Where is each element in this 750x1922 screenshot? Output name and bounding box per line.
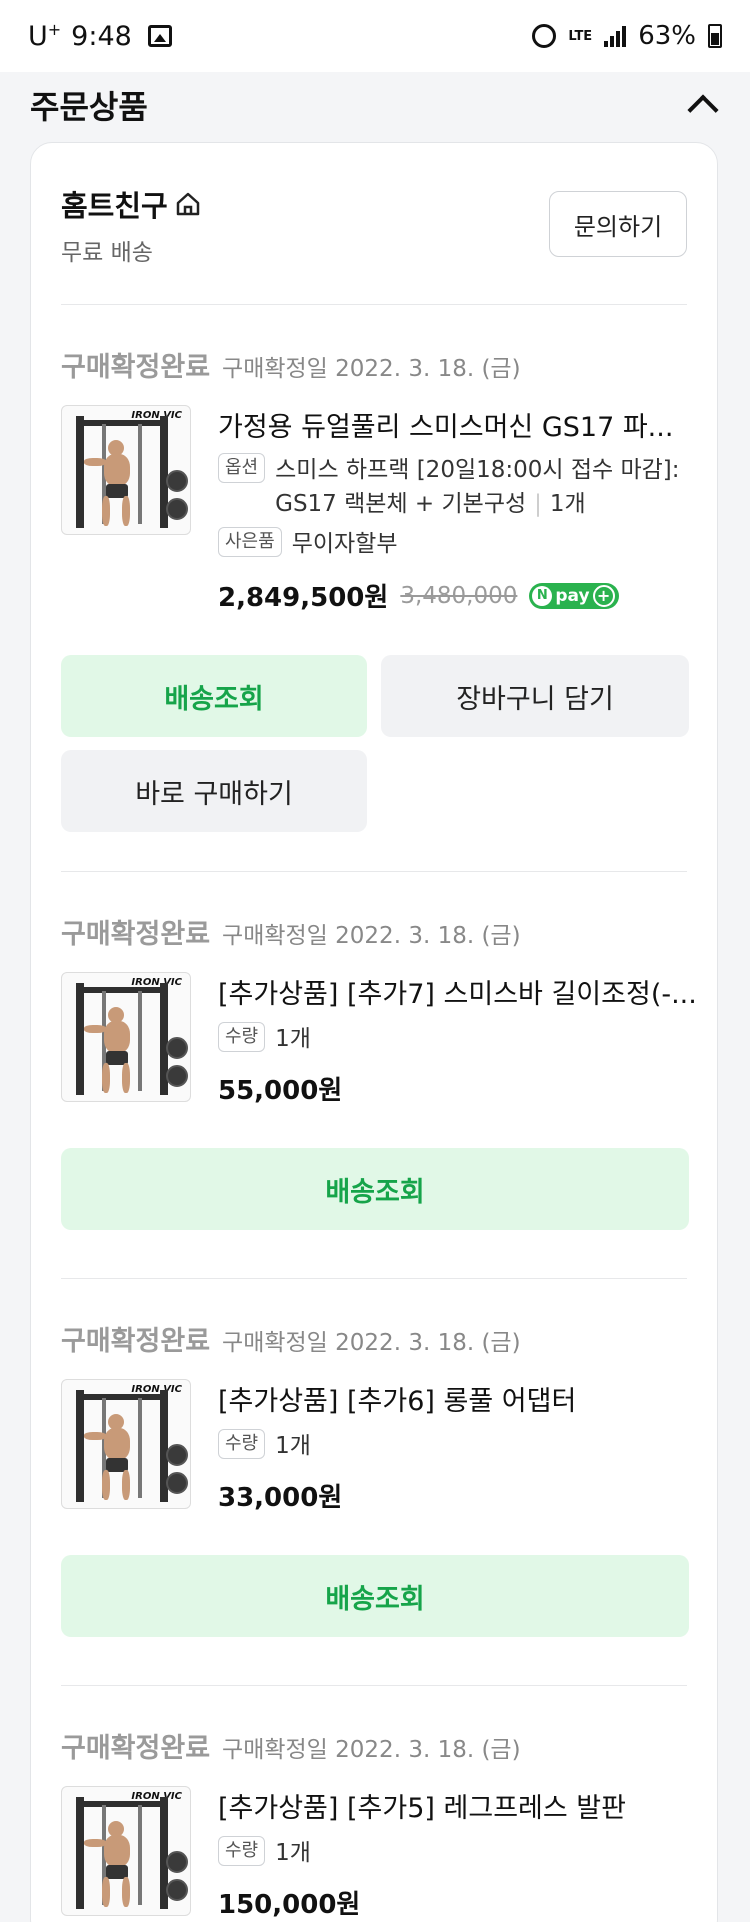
original-price: 3,480,000 bbox=[400, 582, 518, 609]
quantity-tag: 수량 bbox=[218, 1022, 266, 1052]
order-item: 구매확정완료 구매확정일 2022. 3. 18. (금) IRON VIC [… bbox=[61, 1686, 687, 1922]
carrier-label: U+ bbox=[28, 20, 62, 52]
order-card: 홈트친구 무료 배송 문의하기 구매확정완료 구매확정일 2022. 3. 18… bbox=[30, 142, 718, 1922]
quantity-row: 수량 1개 bbox=[218, 1836, 311, 1870]
status-line: 구매확정완료 구매확정일 2022. 3. 18. (금) bbox=[61, 1319, 521, 1358]
confirm-date: 구매확정일 2022. 3. 18. (금) bbox=[222, 923, 521, 949]
confirm-date: 구매확정일 2022. 3. 18. (금) bbox=[222, 1737, 521, 1763]
order-products-header[interactable]: 주문상품 bbox=[0, 72, 750, 138]
price: 150,000원 bbox=[218, 1890, 361, 1920]
track-delivery-button[interactable]: 배송조회 bbox=[61, 655, 367, 737]
quantity: 1개 bbox=[275, 1433, 311, 1459]
product-title[interactable]: [추가상품] [추가5] 레그프레스 발판 bbox=[218, 1786, 698, 1825]
price: 33,000원 bbox=[218, 1483, 343, 1513]
status-label: 구매확정완료 bbox=[61, 1326, 211, 1357]
price-row: 55,000원 bbox=[218, 1070, 342, 1107]
product-title[interactable]: [추가상품] [추가7] 스미스바 길이조정(-... bbox=[218, 972, 698, 1011]
status-line: 구매확정완료 구매확정일 2022. 3. 18. (금) bbox=[61, 345, 521, 384]
option-text: 스미스 하프랙 [20일18:00시 접수 마감]: GS17 랙본체 + 기본… bbox=[275, 457, 680, 517]
gift-text: 무이자할부 bbox=[291, 531, 398, 557]
track-delivery-button[interactable]: 배송조회 bbox=[61, 1148, 689, 1230]
npay-badge: N pay + bbox=[529, 582, 619, 609]
quantity-tag: 수량 bbox=[218, 1429, 266, 1459]
status-bar: U+ 9:48 LTE 63% bbox=[0, 0, 750, 72]
add-to-cart-button[interactable]: 장바구니 담기 bbox=[381, 655, 689, 737]
shipping-info: 무료 배송 bbox=[61, 240, 153, 266]
status-line: 구매확정완료 구매확정일 2022. 3. 18. (금) bbox=[61, 912, 521, 951]
product-thumbnail[interactable]: IRON VIC bbox=[61, 1379, 191, 1509]
gallery-icon bbox=[147, 25, 172, 47]
product-thumbnail[interactable]: IRON VIC bbox=[61, 405, 191, 535]
store-name-text: 홈트친구 bbox=[61, 189, 168, 223]
quantity: 1개 bbox=[275, 1840, 311, 1866]
chevron-up-icon[interactable] bbox=[687, 94, 719, 126]
status-left: U+ 9:48 bbox=[28, 20, 172, 52]
price: 55,000원 bbox=[218, 1076, 343, 1106]
price-row: 2,849,500원 3,480,000 N pay + bbox=[218, 577, 619, 614]
home-icon bbox=[176, 192, 199, 216]
store-row: 홈트친구 무료 배송 문의하기 bbox=[61, 143, 687, 305]
buy-now-button[interactable]: 바로 구매하기 bbox=[61, 750, 367, 832]
option-tag: 옵션 bbox=[218, 453, 266, 483]
status-label: 구매확정완료 bbox=[61, 352, 211, 383]
order-item: 구매확정완료 구매확정일 2022. 3. 18. (금) IRON VIC [… bbox=[61, 1279, 689, 1686]
price-row: 150,000원 bbox=[218, 1884, 360, 1921]
track-delivery-button[interactable]: 배송조회 bbox=[61, 1555, 689, 1637]
status-label: 구매확정완료 bbox=[61, 1733, 211, 1764]
product-title[interactable]: [추가상품] [추가6] 롱풀 어댑터 bbox=[218, 1379, 698, 1418]
product-title[interactable]: 가정용 듀얼풀리 스미스머신 GS17 파... bbox=[218, 405, 698, 444]
battery-icon bbox=[708, 24, 722, 48]
section-title: 주문상품 bbox=[30, 88, 148, 126]
order-item: 구매확정완료 구매확정일 2022. 3. 18. (금) IRON VIC 가… bbox=[61, 305, 689, 872]
product-thumbnail[interactable]: IRON VIC bbox=[61, 1786, 191, 1916]
clock: 9:48 bbox=[71, 20, 132, 52]
price: 2,849,500원 bbox=[218, 583, 389, 613]
confirm-date: 구매확정일 2022. 3. 18. (금) bbox=[222, 1330, 521, 1356]
quantity-row: 수량 1개 bbox=[218, 1022, 311, 1056]
product-thumbnail[interactable]: IRON VIC bbox=[61, 972, 191, 1102]
quantity: 1개 bbox=[275, 1026, 311, 1052]
plus-icon: + bbox=[592, 584, 615, 607]
inquiry-button[interactable]: 문의하기 bbox=[549, 191, 687, 257]
gift-tag: 사은품 bbox=[218, 527, 282, 557]
quantity-tag: 수량 bbox=[218, 1836, 266, 1866]
battery-percent: 63% bbox=[638, 21, 696, 51]
alarm-icon bbox=[532, 24, 557, 48]
signal-icon bbox=[604, 25, 627, 47]
quantity: 1개 bbox=[549, 491, 586, 517]
gift-row: 사은품 무이자할부 bbox=[218, 527, 398, 561]
option-row: 옵션 스미스 하프랙 [20일18:00시 접수 마감]: GS17 랙본체 +… bbox=[218, 453, 680, 521]
status-right: LTE 63% bbox=[532, 21, 722, 51]
quantity-row: 수량 1개 bbox=[218, 1429, 311, 1463]
network-type: LTE bbox=[568, 28, 593, 44]
price-row: 33,000원 bbox=[218, 1477, 342, 1514]
npay-n-icon: N bbox=[532, 585, 553, 606]
order-item: 구매확정완료 구매확정일 2022. 3. 18. (금) IRON VIC [… bbox=[61, 872, 697, 1279]
status-label: 구매확정완료 bbox=[61, 919, 211, 950]
status-line: 구매확정완료 구매확정일 2022. 3. 18. (금) bbox=[61, 1726, 521, 1765]
store-name[interactable]: 홈트친구 bbox=[61, 183, 202, 225]
confirm-date: 구매확정일 2022. 3. 18. (금) bbox=[222, 356, 521, 382]
